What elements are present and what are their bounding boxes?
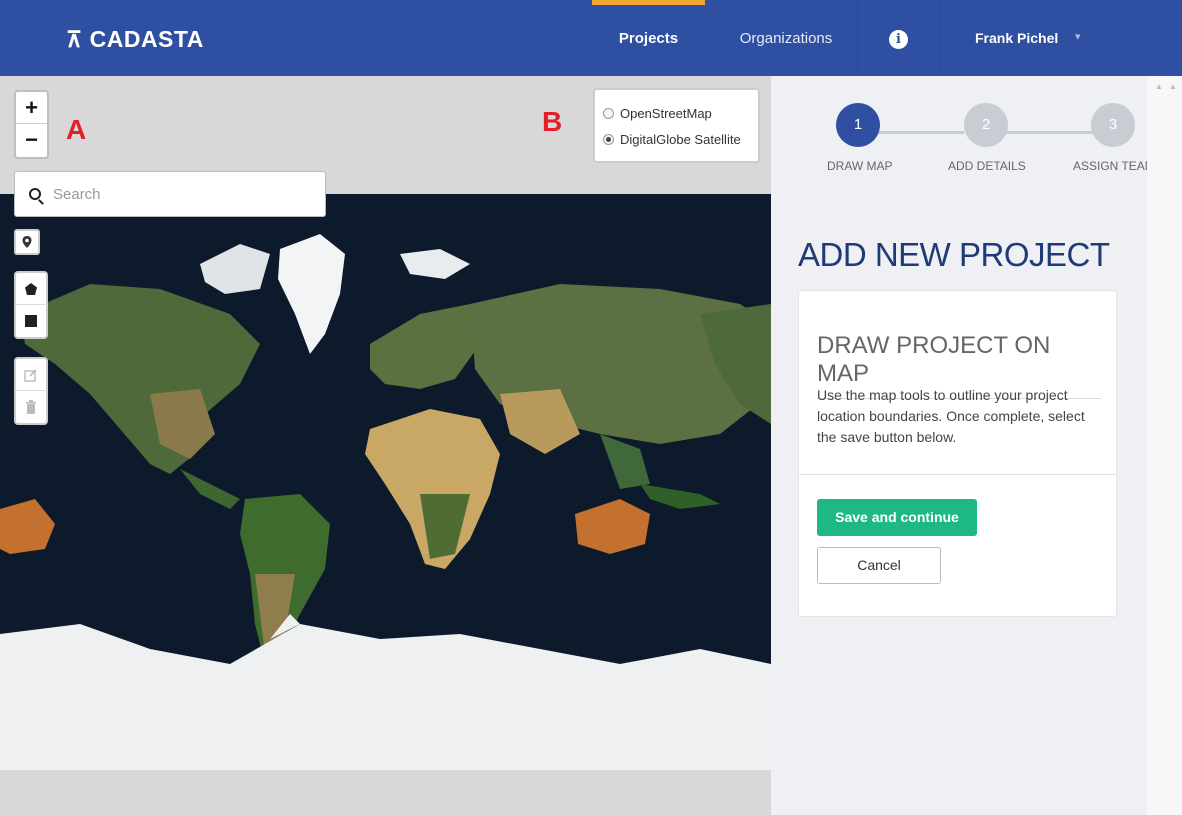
user-menu[interactable]: Frank Pichel — [975, 30, 1058, 46]
page-title: ADD NEW PROJECT — [798, 236, 1110, 273]
scroll-up-icon[interactable]: ▲ — [1169, 82, 1177, 91]
edit-icon[interactable] — [14, 357, 48, 391]
brand-name: CADASTA — [89, 26, 204, 52]
nav-organizations[interactable]: Organizations — [716, 0, 856, 76]
rectangle-icon[interactable] — [14, 305, 48, 339]
scrollbar[interactable]: ▲ ▲ — [1147, 76, 1182, 815]
step-3-label: ASSIGN TEAM — [1073, 159, 1147, 173]
project-wizard-panel: 1 2 3 DRAW MAP ADD DETAILS ASSIGN TEAM A… — [771, 76, 1147, 815]
top-nav-bar: ⊼ CADASTA Projects Organizations i Frank… — [0, 0, 1182, 76]
polygon-icon[interactable] — [14, 271, 48, 305]
trash-icon[interactable] — [14, 391, 48, 425]
cancel-button[interactable]: Cancel — [817, 547, 941, 584]
nav-divider — [939, 0, 940, 76]
draw-map-card: DRAW PROJECT ON MAP Use the map tools to… — [798, 290, 1117, 617]
radio-button[interactable] — [603, 107, 614, 119]
layer-label: OpenStreetMap — [620, 105, 712, 121]
search-placeholder: Search — [53, 185, 101, 203]
scroll-up-icon[interactable]: ▲ — [1155, 82, 1163, 91]
layer-option-satellite[interactable]: DigitalGlobe Satellite — [603, 126, 758, 152]
step-3-indicator: 3 — [1091, 103, 1135, 147]
nav-projects[interactable]: Projects — [592, 0, 705, 76]
brand-logo[interactable]: ⊼ CADASTA — [66, 26, 204, 53]
save-and-continue-button[interactable]: Save and continue — [817, 499, 977, 536]
map-footer-gap — [0, 770, 771, 815]
layer-label: DigitalGlobe Satellite — [620, 131, 741, 147]
nav-divider — [857, 0, 858, 76]
zoom-control: + − — [14, 90, 49, 159]
marker-icon[interactable] — [14, 229, 40, 255]
base-layer-switcher: OpenStreetMap DigitalGlobe Satellite — [593, 88, 760, 163]
annotation-b: B — [542, 106, 563, 137]
step-1-label: DRAW MAP — [827, 159, 893, 173]
radio-button-selected[interactable] — [603, 133, 614, 145]
chevron-down-icon[interactable]: ▾ — [1075, 30, 1081, 43]
card-divider — [799, 474, 1116, 475]
layer-option-osm[interactable]: OpenStreetMap — [603, 100, 758, 126]
satellite-map[interactable] — [0, 194, 771, 770]
zoom-out-button[interactable]: − — [16, 124, 47, 156]
info-icon[interactable]: i — [889, 30, 908, 49]
annotation-a: A — [66, 114, 87, 145]
cadasta-logo-icon: ⊼ — [66, 26, 83, 52]
card-instructions: Use the map tools to outline your projec… — [817, 387, 1085, 445]
step-1-indicator: 1 — [836, 103, 880, 147]
map-search-input[interactable]: Search — [14, 171, 326, 217]
step-2-label: ADD DETAILS — [948, 159, 1026, 173]
zoom-in-button[interactable]: + — [16, 92, 47, 124]
step-2-indicator: 2 — [964, 103, 1008, 147]
search-icon — [29, 188, 41, 200]
map-container[interactable]: + − A B C OpenStreetMap DigitalGlobe Sat… — [0, 76, 771, 815]
